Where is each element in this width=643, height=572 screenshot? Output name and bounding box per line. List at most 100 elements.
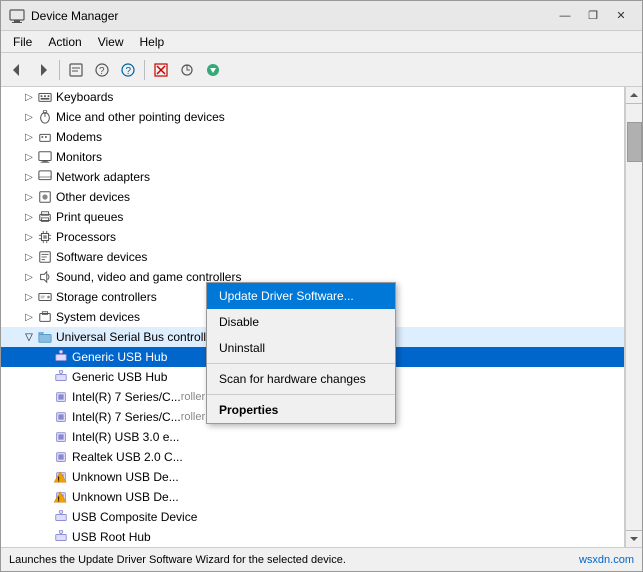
vertical-scrollbar[interactable] xyxy=(625,87,642,547)
software-icon xyxy=(37,249,53,265)
tree-item-root-hub-1[interactable]: ▷ USB Root Hub xyxy=(1,527,624,547)
generic-hub-2-label: Generic USB Hub xyxy=(72,370,167,384)
modems-icon xyxy=(37,129,53,145)
close-button[interactable]: ✕ xyxy=(608,5,634,27)
uninstall-button[interactable] xyxy=(149,58,173,82)
down-button[interactable] xyxy=(201,58,225,82)
context-menu-properties[interactable]: Properties xyxy=(207,397,395,423)
keyboards-icon xyxy=(37,89,53,105)
device-tree[interactable]: ▷ Keyboards ▷ Mice and other pointing de… xyxy=(1,87,625,547)
tree-item-unknown-2[interactable]: ▷ ! Unknown USB De... xyxy=(1,487,624,507)
scrollbar-thumb[interactable] xyxy=(627,122,642,162)
menu-file[interactable]: File xyxy=(5,33,40,51)
tree-item-modems[interactable]: ▷ Modems xyxy=(1,127,624,147)
expand-icon: ▷ xyxy=(21,189,37,205)
context-menu-scan[interactable]: Scan for hardware changes xyxy=(207,366,395,392)
expand-spacer: ▷ xyxy=(37,369,53,385)
expand-spacer: ▷ xyxy=(37,469,53,485)
menu-help[interactable]: Help xyxy=(132,33,173,51)
network-icon xyxy=(37,169,53,185)
keyboards-label: Keyboards xyxy=(56,90,113,104)
intel-1-label: Intel(R) 7 Series/C... xyxy=(72,390,181,404)
menu-action[interactable]: Action xyxy=(40,33,89,51)
back-button[interactable] xyxy=(5,58,29,82)
scroll-down-button[interactable] xyxy=(626,530,642,547)
expand-spacer: ▷ xyxy=(37,349,53,365)
unknown-1-icon: ! xyxy=(53,469,69,485)
expand-icon: ▷ xyxy=(21,289,37,305)
properties-label: Properties xyxy=(219,403,278,417)
disable-label: Disable xyxy=(219,315,259,329)
composite-icon xyxy=(53,509,69,525)
scrollbar-track[interactable] xyxy=(626,162,642,530)
tree-item-other[interactable]: ▷ Other devices xyxy=(1,187,624,207)
scroll-up-button[interactable] xyxy=(626,87,642,104)
network-label: Network adapters xyxy=(56,170,150,184)
window-controls: — ❐ ✕ xyxy=(552,5,634,27)
expand-spacer: ▷ xyxy=(37,489,53,505)
tree-item-processors[interactable]: ▷ Processors xyxy=(1,227,624,247)
intel-1-icon xyxy=(53,389,69,405)
generic-hub-1-icon xyxy=(53,349,69,365)
restore-button[interactable]: ❐ xyxy=(580,5,606,27)
expand-spacer: ▷ xyxy=(37,509,53,525)
status-right: wsxdn.com xyxy=(579,554,634,566)
svg-text:?: ? xyxy=(126,66,132,77)
root-hub-1-label: USB Root Hub xyxy=(72,530,151,544)
menu-bar: File Action View Help xyxy=(1,31,642,53)
intel-2-label: Intel(R) 7 Series/C... xyxy=(72,410,181,424)
forward-button[interactable] xyxy=(31,58,55,82)
monitors-label: Monitors xyxy=(56,150,102,164)
tree-item-realtek[interactable]: ▷ Realtek USB 2.0 C... xyxy=(1,447,624,467)
intel-3-label: Intel(R) USB 3.0 e... xyxy=(72,430,179,444)
print-icon xyxy=(37,209,53,225)
expand-icon: ▷ xyxy=(21,309,37,325)
tree-item-unknown-1[interactable]: ▷ ! Unknown USB De... xyxy=(1,467,624,487)
expand-icon: ▷ xyxy=(21,249,37,265)
tree-item-software[interactable]: ▷ Software devices xyxy=(1,247,624,267)
realtek-icon xyxy=(53,449,69,465)
update-driver-button[interactable]: ? xyxy=(90,58,114,82)
uninstall-label: Uninstall xyxy=(219,341,265,355)
scan-button[interactable] xyxy=(175,58,199,82)
usb-expand-icon[interactable]: ▽ xyxy=(21,329,37,345)
context-menu-uninstall[interactable]: Uninstall xyxy=(207,335,395,361)
other-icon xyxy=(37,189,53,205)
expand-icon: ▷ xyxy=(21,89,37,105)
context-menu-sep xyxy=(207,363,395,364)
context-menu-disable[interactable]: Disable xyxy=(207,309,395,335)
tree-item-mice[interactable]: ▷ Mice and other pointing devices xyxy=(1,107,624,127)
expand-icon: ▷ xyxy=(21,129,37,145)
tree-item-intel-3[interactable]: ▷ Intel(R) USB 3.0 e... xyxy=(1,427,624,447)
expand-icon: ▷ xyxy=(21,109,37,125)
tree-item-composite[interactable]: ▷ USB Composite Device xyxy=(1,507,624,527)
toolbar: ? ? xyxy=(1,53,642,87)
properties-button[interactable] xyxy=(64,58,88,82)
system-icon xyxy=(37,309,53,325)
expand-icon: ▷ xyxy=(21,269,37,285)
usb-label: Universal Serial Bus controllers xyxy=(56,330,223,344)
context-menu-update-driver[interactable]: Update Driver Software... xyxy=(207,283,395,309)
tree-item-monitors[interactable]: ▷ Monitors xyxy=(1,147,624,167)
unknown-2-label: Unknown USB De... xyxy=(72,490,179,504)
tree-item-network[interactable]: ▷ Network adapters xyxy=(1,167,624,187)
context-menu: Update Driver Software... Disable Uninst… xyxy=(206,282,396,424)
root-hub-1-icon xyxy=(53,529,69,545)
help-button[interactable]: ? xyxy=(116,58,140,82)
tree-item-print[interactable]: ▷ Print queues xyxy=(1,207,624,227)
update-driver-label: Update Driver Software... xyxy=(219,289,354,303)
expand-spacer: ▷ xyxy=(37,449,53,465)
minimize-button[interactable]: — xyxy=(552,5,578,27)
svg-text:?: ? xyxy=(99,66,105,77)
toolbar-sep-1 xyxy=(59,60,60,80)
tree-item-keyboards[interactable]: ▷ Keyboards xyxy=(1,87,624,107)
print-label: Print queues xyxy=(56,210,123,224)
app-icon xyxy=(9,8,25,24)
other-label: Other devices xyxy=(56,190,130,204)
menu-view[interactable]: View xyxy=(90,33,132,51)
expand-icon: ▷ xyxy=(21,149,37,165)
window-title: Device Manager xyxy=(31,9,552,23)
mice-icon xyxy=(37,109,53,125)
expand-spacer: ▷ xyxy=(37,389,53,405)
intel-2-icon xyxy=(53,409,69,425)
